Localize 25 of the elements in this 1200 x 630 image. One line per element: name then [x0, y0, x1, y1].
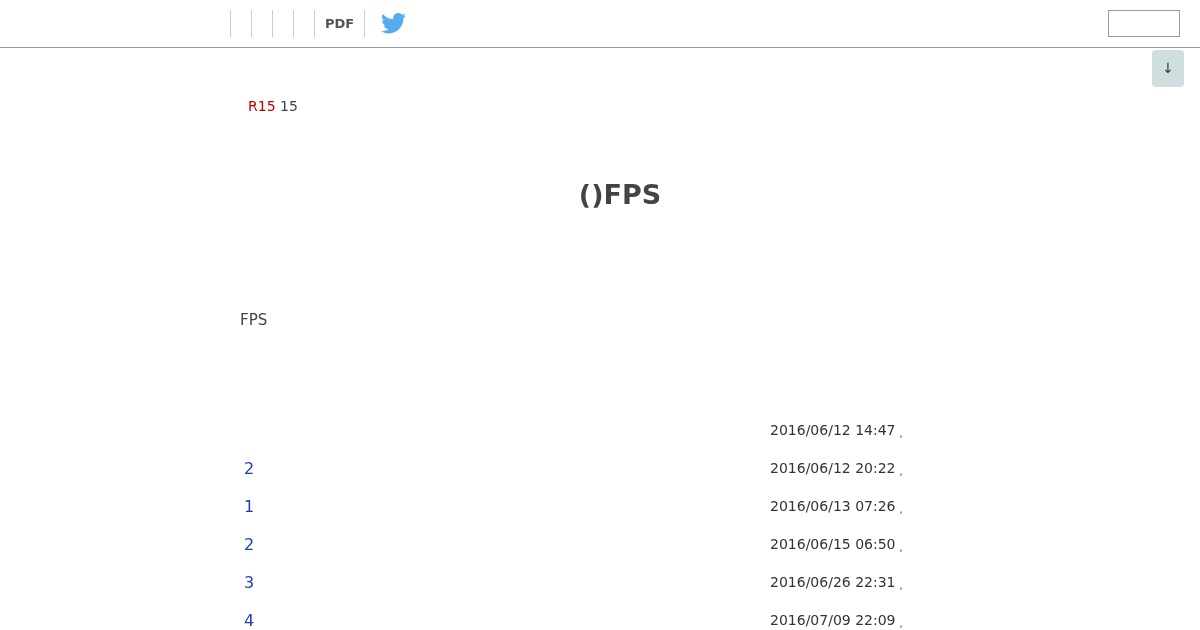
comment-time: 2016/06/12 14:47: [770, 421, 896, 441]
comment-time: 2016/07/09 22:09: [770, 611, 896, 630]
comment-time: 2016/06/12 20:22: [770, 459, 896, 479]
comment-time: 2016/06/26 22:31: [770, 573, 896, 593]
search-field[interactable]: [1108, 10, 1180, 37]
comma-mark: ,: [899, 616, 903, 629]
comma-mark: ,: [899, 426, 903, 439]
bird-icon[interactable]: [381, 13, 407, 34]
comma-mark: ,: [899, 464, 903, 477]
reply-count-link[interactable]: 2: [244, 456, 264, 481]
comma-mark: ,: [899, 502, 903, 515]
scroll-down-button[interactable]: ↓: [1152, 50, 1184, 87]
pdf-link[interactable]: PDF: [314, 10, 365, 37]
comma-mark: ,: [899, 578, 903, 591]
article-title: ()FPS: [578, 179, 662, 212]
comment-time: 2016/06/13 07:26: [770, 497, 896, 517]
rating-text: 15: [280, 98, 298, 114]
rating-code: R15: [248, 98, 276, 114]
reply-count-link[interactable]: 3: [244, 570, 264, 595]
intro-text: FPS: [240, 311, 268, 330]
comma-mark: ,: [899, 540, 903, 553]
reply-count-link[interactable]: 1: [244, 494, 264, 519]
reply-count-link[interactable]: 4: [244, 608, 264, 630]
comment-time: 2016/06/15 06:50: [770, 535, 896, 555]
reply-count-link[interactable]: 2: [244, 532, 264, 557]
